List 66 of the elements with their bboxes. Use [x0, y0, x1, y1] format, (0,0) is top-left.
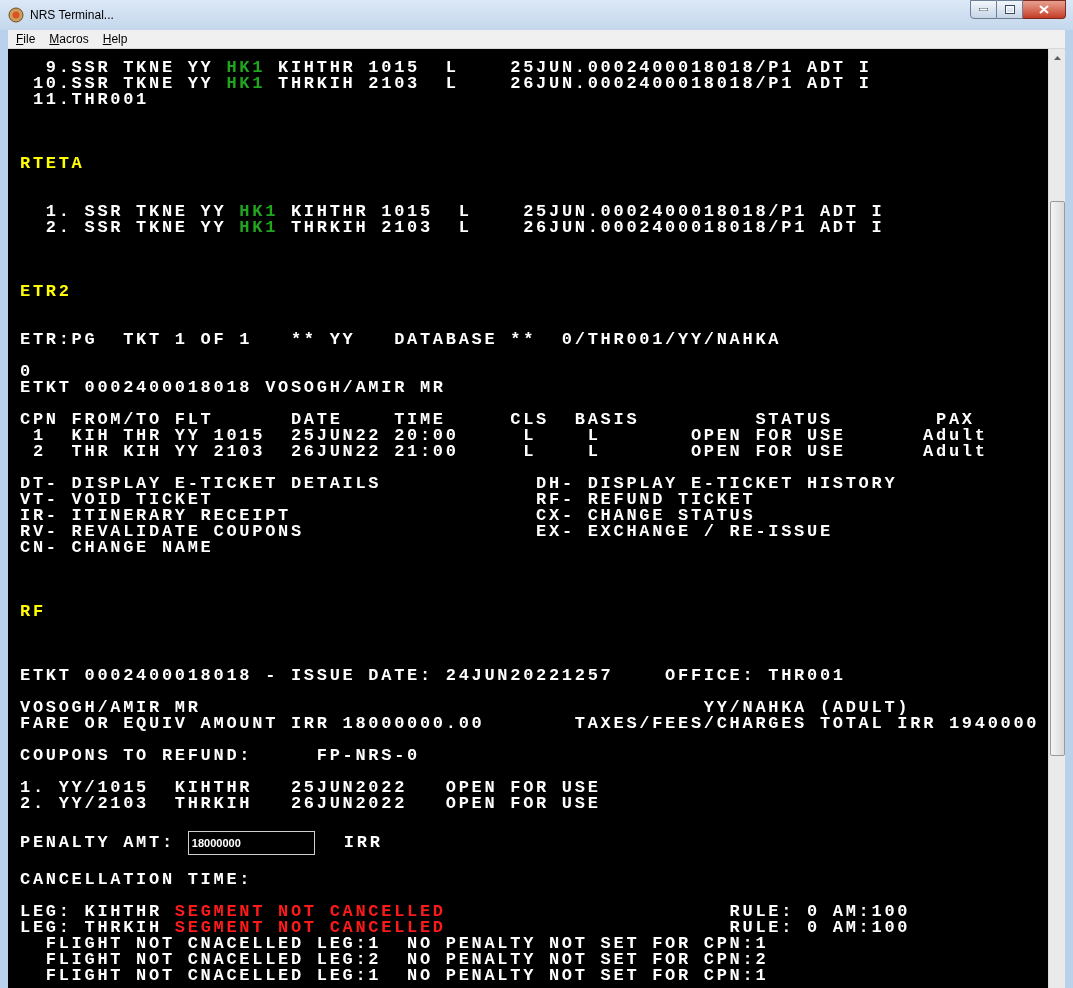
terminal-text: FLIGHT NOT CNACELLED LEG:2 NO PENALTY NOT SET FOR CPN:2	[44, 952, 769, 968]
status-code: HK1	[239, 204, 279, 220]
status-code: HK1	[226, 76, 266, 92]
terminal-text: CPN FROM/TO FLT DATE TIME CLS BASIS STATUS PAX	[20, 412, 975, 428]
terminal-text: RULE: 0 AM:100	[728, 920, 911, 936]
scrollbar-thumb[interactable]	[1050, 201, 1065, 756]
error-message: SEGMENT NOT CANCELLED	[174, 904, 446, 920]
terminal-text: COUPONS TO REFUND: FP-NRS-0	[20, 748, 420, 764]
minimize-icon	[979, 8, 988, 11]
terminal-text: 2 THR KIH YY 2103 26JUN22 21:00 L L OPEN FOR USE Adult	[31, 444, 988, 460]
terminal-text: 9.SSR TKNE YY	[44, 60, 215, 76]
terminal-text: DT- DISPLAY E-TICKET DETAILS	[20, 476, 383, 492]
terminal-text: RV- REVALIDATE COUPONS	[20, 524, 305, 540]
terminal-text: ETR:PG TKT 1 OF 1 ** YY DATABASE ** 0/THR001/YY/NAHKA	[20, 332, 782, 348]
terminal-text: 1. SSR TKNE YY	[44, 204, 228, 220]
terminal-text: KIHTHR 1015 L 25JUN.0002400018018/P1 ADT I	[289, 204, 885, 220]
terminal-text: TAXES/FEES/CHARGES TOTAL IRR 1940000	[574, 716, 1040, 732]
terminal-text: THRKIH 2103 L 26JUN.0002400018018/P1 ADT I	[289, 220, 885, 236]
terminal-text: CX- CHANGE STATUS	[536, 508, 756, 524]
currency-text: IRR	[343, 835, 383, 851]
app-icon	[8, 7, 24, 23]
terminal-text: LEG: KIHTHR	[20, 904, 163, 920]
section-heading: RF	[20, 602, 46, 621]
terminal-text: CN- CHANGE NAME	[20, 540, 214, 556]
terminal-text: CANCELLATION TIME:	[20, 872, 253, 888]
terminal-text: ETKT 0002400018018 - ISSUE DATE: 24JUN20221257 OFFICE: THR001	[20, 668, 846, 684]
close-icon	[1039, 5, 1049, 14]
menu-item[interactable]: Macros	[49, 30, 89, 48]
terminal-text: FLIGHT NOT CNACELLED LEG:1 NO PENALTY NOT SET FOR CPN:1	[44, 936, 769, 952]
status-code: HK1	[226, 60, 266, 76]
terminal-text: FLIGHT NOT CNACELLED LEG:1 NO PENALTY NOT SET FOR CPN:1	[44, 968, 769, 984]
terminal-text: IR- ITINERARY RECEIPT	[20, 508, 292, 524]
terminal-text: KIHTHR 1015 L 25JUN.0002400018018/P1 ADT I	[277, 60, 872, 76]
menu-item[interactable]: Help	[102, 30, 128, 48]
section-heading: RTETA	[20, 154, 85, 173]
close-button[interactable]	[1023, 0, 1066, 19]
terminal-text: 11.THR001	[31, 92, 150, 108]
terminal-text: ETKT 0002400018018 VOSOGH/AMIR MR	[20, 380, 446, 396]
terminal-text: VT- VOID TICKET	[20, 492, 215, 508]
field-label: PENALTY AMT:	[20, 835, 175, 851]
terminal-text: FARE OR EQUIV AMOUNT IRR 18000000.00	[20, 716, 486, 732]
maximize-icon	[1004, 5, 1015, 14]
terminal-text: 10.SSR TKNE YY	[31, 76, 215, 92]
status-code: HK1	[239, 220, 279, 236]
penalty-amount-field[interactable]: 18000000	[187, 831, 315, 855]
up-arrow-icon	[1053, 55, 1061, 60]
menu-item[interactable]: File	[16, 30, 36, 48]
terminal-text: 1 KIH THR YY 1015 25JUN22 20:00 L L OPEN FOR USE Adult	[31, 428, 988, 444]
terminal-text: YY/NAHKA (ADULT)	[703, 700, 911, 716]
maximize-button[interactable]	[997, 0, 1023, 19]
terminal-text: 0	[20, 364, 33, 380]
terminal-text: 2. SSR TKNE YY	[44, 220, 228, 236]
terminal-text: RF- REFUND TICKET	[536, 492, 756, 508]
error-message: SEGMENT NOT CANCELLED	[174, 920, 446, 936]
terminal-text: RULE: 0 AM:100	[728, 904, 911, 920]
window-title: NRS Terminal...	[30, 7, 114, 23]
terminal-text: LEG: THRKIH	[20, 920, 163, 936]
scrollbar[interactable]	[1048, 49, 1065, 988]
terminal-text: THRKIH 2103 L 26JUN.0002400018018/P1 ADT I	[277, 76, 872, 92]
minimize-button[interactable]	[970, 0, 997, 19]
terminal-text: VOSOGH/AMIR MR	[20, 700, 202, 716]
terminal-text: DH- DISPLAY E-TICKET HISTORY	[536, 476, 898, 492]
terminal-text: 1. YY/1015 KIHTHR 25JUN2022 OPEN FOR USE	[20, 780, 601, 796]
section-heading: ETR2	[20, 282, 72, 301]
terminal-text: EX- EXCHANGE / RE-ISSUE	[536, 524, 833, 540]
terminal-text: 2. YY/2103 THRKIH 26JUN2022 OPEN FOR USE	[20, 796, 601, 812]
